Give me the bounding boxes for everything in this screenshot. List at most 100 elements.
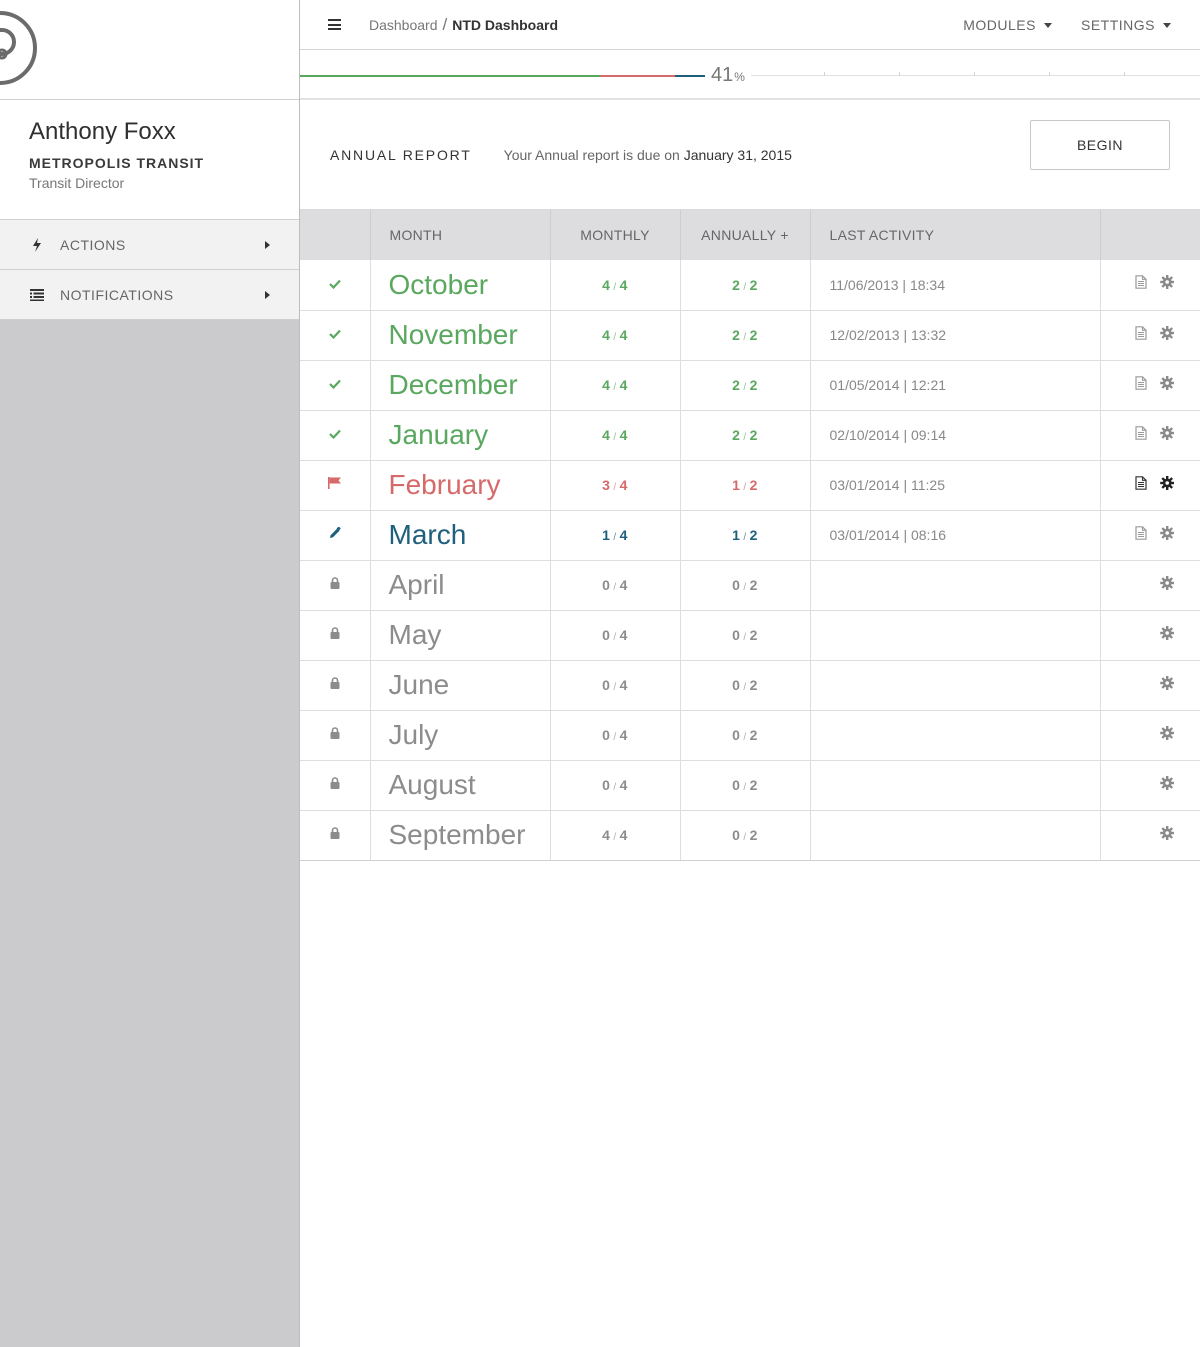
row-month[interactable]: November bbox=[370, 310, 551, 361]
row-monthly: 4/4 bbox=[550, 810, 681, 861]
sidebar-item-notifications[interactable]: NOTIFICATIONS bbox=[0, 270, 299, 320]
gear-icon[interactable] bbox=[1160, 775, 1175, 795]
document-icon[interactable] bbox=[1135, 325, 1147, 345]
gear-icon[interactable] bbox=[1160, 325, 1175, 345]
row-month[interactable]: August bbox=[370, 760, 551, 811]
table-row[interactable]: May 0/4 0/2 bbox=[300, 610, 1200, 661]
sidebar: Anthony Foxx METROPOLIS TRANSIT Transit … bbox=[0, 0, 300, 1347]
document-icon[interactable] bbox=[1135, 475, 1147, 495]
gear-icon[interactable] bbox=[1160, 625, 1175, 645]
status-column-header bbox=[300, 210, 371, 260]
annually-column-header[interactable]: ANNUALLY + bbox=[680, 210, 811, 260]
row-monthly: 1/4 bbox=[550, 510, 681, 561]
table-row[interactable]: July 0/4 0/2 bbox=[300, 710, 1200, 761]
lock-icon bbox=[330, 726, 340, 744]
table-row[interactable]: October 4/4 2/2 11/06/2013 | 18:34 bbox=[300, 260, 1200, 311]
top-menu: MODULES SETTINGS bbox=[963, 0, 1200, 50]
table-row[interactable]: February 3/4 1/2 03/01/2014 | 11:25 bbox=[300, 460, 1200, 511]
row-status bbox=[300, 710, 371, 761]
begin-button[interactable]: BEGIN bbox=[1030, 120, 1170, 170]
document-icon[interactable] bbox=[1135, 275, 1147, 294]
row-annually: 1/2 bbox=[680, 510, 811, 561]
logo-area bbox=[0, 0, 299, 100]
annual-report-due-date: January 31, 2015 bbox=[683, 146, 792, 163]
row-last-activity: 01/05/2014 | 12:21 bbox=[810, 360, 1101, 411]
modules-menu[interactable]: MODULES bbox=[963, 17, 1052, 33]
top-bar: Dashboard / NTD Dashboard MODULES SETTIN… bbox=[300, 0, 1200, 50]
row-annually: 0/2 bbox=[680, 710, 811, 761]
table-row[interactable]: December 4/4 2/2 01/05/2014 | 12:21 bbox=[300, 360, 1200, 411]
checkmark-icon bbox=[328, 376, 341, 394]
row-tools bbox=[1100, 460, 1200, 511]
progress-tick bbox=[1049, 72, 1050, 76]
row-last-activity bbox=[810, 810, 1101, 861]
document-icon[interactable] bbox=[1135, 525, 1147, 545]
row-monthly: 0/4 bbox=[550, 660, 681, 711]
table-header-row: MONTH MONTHLY ANNUALLY + LAST ACTIVITY bbox=[300, 210, 1200, 260]
row-month[interactable]: February bbox=[370, 460, 551, 511]
row-status bbox=[300, 260, 371, 311]
table-row[interactable]: June 0/4 0/2 bbox=[300, 660, 1200, 711]
row-monthly: 3/4 bbox=[550, 460, 681, 511]
last-activity-column-header: LAST ACTIVITY bbox=[810, 210, 1101, 260]
row-last-activity: 03/01/2014 | 08:16 bbox=[810, 510, 1101, 561]
progress-tick bbox=[974, 72, 975, 76]
row-monthly: 4/4 bbox=[550, 260, 681, 311]
row-status bbox=[300, 560, 371, 611]
sidebar-item-actions[interactable]: ACTIONS bbox=[0, 220, 299, 270]
row-month[interactable]: December bbox=[370, 360, 551, 411]
row-status bbox=[300, 760, 371, 811]
row-tools bbox=[1100, 310, 1200, 361]
lock-icon bbox=[330, 776, 340, 794]
row-month[interactable]: April bbox=[370, 560, 551, 611]
lock-icon bbox=[330, 676, 340, 694]
row-annually: 0/2 bbox=[680, 610, 811, 661]
row-status bbox=[300, 410, 371, 461]
row-last-activity bbox=[810, 710, 1101, 761]
menu-icon[interactable] bbox=[328, 19, 341, 30]
settings-menu[interactable]: SETTINGS bbox=[1081, 17, 1171, 33]
document-icon[interactable] bbox=[1135, 425, 1147, 445]
row-month[interactable]: October bbox=[370, 260, 551, 311]
table-row[interactable]: September 4/4 0/2 bbox=[300, 810, 1200, 861]
sidebar-item-label: ACTIONS bbox=[60, 236, 126, 253]
breadcrumb-current: NTD Dashboard bbox=[452, 16, 559, 33]
table-row[interactable]: March 1/4 1/2 03/01/2014 | 08:16 bbox=[300, 510, 1200, 561]
gear-icon[interactable] bbox=[1160, 675, 1175, 695]
gear-icon[interactable] bbox=[1160, 375, 1175, 395]
row-last-activity bbox=[810, 660, 1101, 711]
settings-menu-label: SETTINGS bbox=[1080, 17, 1155, 33]
gear-icon[interactable] bbox=[1160, 475, 1175, 495]
modules-menu-label: MODULES bbox=[963, 17, 1036, 33]
caret-down-icon bbox=[1163, 22, 1171, 28]
gear-icon[interactable] bbox=[1160, 725, 1175, 745]
lock-icon bbox=[330, 826, 340, 844]
progress-track bbox=[751, 75, 1200, 76]
table-row[interactable]: November 4/4 2/2 12/02/2013 | 13:32 bbox=[300, 310, 1200, 361]
list-icon bbox=[29, 287, 45, 303]
row-month[interactable]: January bbox=[370, 410, 551, 461]
progress-tick bbox=[824, 72, 825, 76]
row-tools bbox=[1100, 410, 1200, 461]
month-column-header: MONTH bbox=[370, 210, 551, 260]
table-row[interactable]: April 0/4 0/2 bbox=[300, 560, 1200, 611]
table-row[interactable]: January 4/4 2/2 02/10/2014 | 09:14 bbox=[300, 410, 1200, 461]
row-month[interactable]: June bbox=[370, 660, 551, 711]
gear-icon[interactable] bbox=[1160, 275, 1175, 294]
lock-icon bbox=[330, 576, 340, 594]
row-month[interactable]: September bbox=[370, 810, 551, 861]
app-logo bbox=[0, 11, 37, 85]
gear-icon[interactable] bbox=[1160, 425, 1175, 445]
table-row[interactable]: August 0/4 0/2 bbox=[300, 760, 1200, 811]
row-month[interactable]: March bbox=[370, 510, 551, 561]
gear-icon[interactable] bbox=[1160, 825, 1175, 845]
row-month[interactable]: July bbox=[370, 710, 551, 761]
gear-icon[interactable] bbox=[1160, 575, 1175, 595]
document-icon[interactable] bbox=[1135, 375, 1147, 395]
gear-icon[interactable] bbox=[1160, 525, 1175, 545]
row-tools bbox=[1100, 660, 1200, 711]
annual-report-panel: ANNUAL REPORT Your Annual report is due … bbox=[300, 100, 1200, 210]
row-month[interactable]: May bbox=[370, 610, 551, 661]
monthly-column-header: MONTHLY bbox=[550, 210, 681, 260]
breadcrumb-dashboard-link[interactable]: Dashboard bbox=[369, 17, 438, 33]
